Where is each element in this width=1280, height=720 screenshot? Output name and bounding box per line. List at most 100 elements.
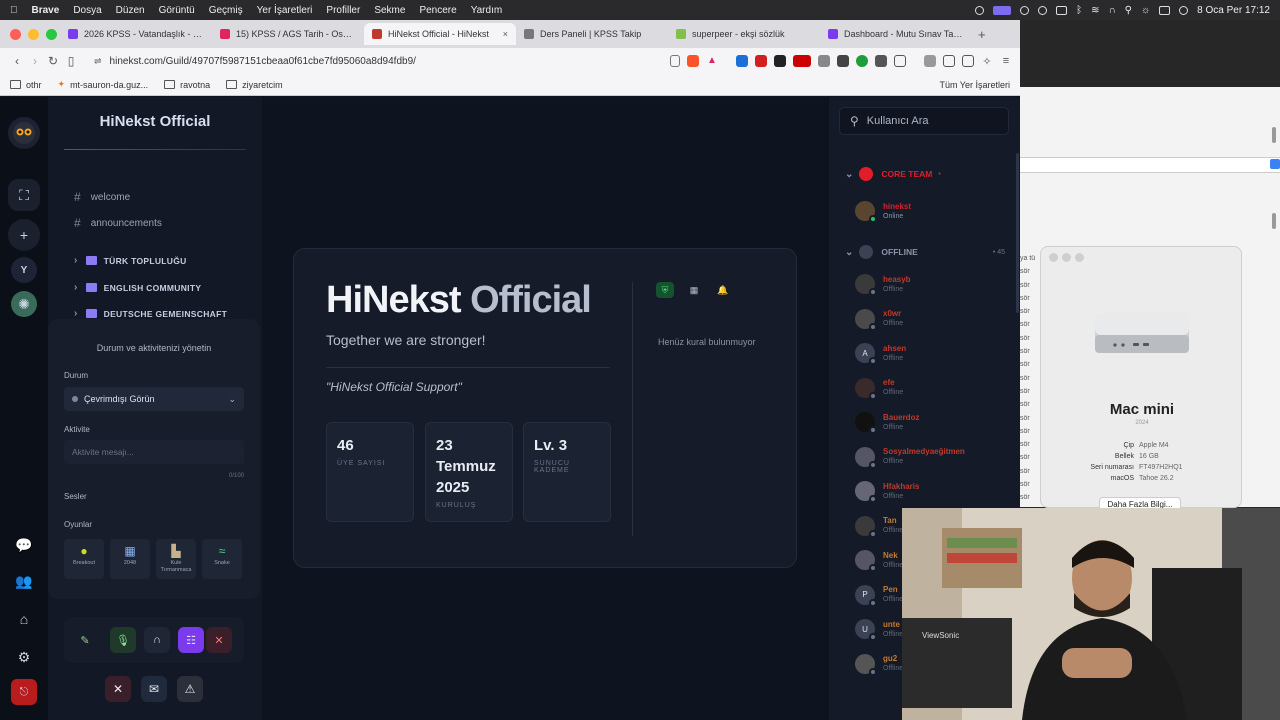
category-english[interactable]: › ENGLISH COMMUNITY — [74, 282, 201, 293]
category-deutsche[interactable]: › DEUTSCHE GEMEINSCHAFT — [74, 308, 227, 319]
apple-menu-icon[interactable]:  — [10, 5, 18, 16]
home-icon[interactable]: ⌂ — [8, 603, 40, 635]
edit-icon[interactable]: ✎ — [72, 627, 98, 653]
minimize-window-icon[interactable] — [28, 28, 39, 40]
warning-icon[interactable]: ⚠ — [177, 676, 203, 702]
extension-icon[interactable] — [894, 55, 906, 67]
chat-icon[interactable]: 💬 — [8, 529, 40, 561]
window-controls[interactable] — [1049, 253, 1084, 262]
close-tab-icon[interactable]: × — [503, 29, 508, 39]
media-icon[interactable] — [924, 55, 936, 67]
menu-extra-icon[interactable] — [1038, 5, 1048, 15]
member-row[interactable]: Sosyalmedyaeğitmen Offline — [855, 444, 1005, 470]
control-center-icon[interactable]: ☼ — [1141, 5, 1150, 16]
menu-sekme[interactable]: Sekme — [374, 5, 405, 16]
forward-icon[interactable]: › — [26, 54, 44, 68]
member-row[interactable]: heasyb Offline — [855, 271, 1005, 297]
clock-datetime[interactable]: 8 Oca Per 17:12 — [1197, 5, 1270, 16]
bookmark-item[interactable]: ravotna — [164, 80, 210, 90]
extension-icon[interactable] — [837, 55, 849, 67]
member-row[interactable]: Hfakharis Offline — [855, 478, 1005, 504]
channel-announcements[interactable]: # announcements — [74, 216, 162, 230]
brave-shield-icon[interactable] — [687, 55, 699, 67]
bookmark-icon[interactable]: ▯ — [62, 54, 80, 68]
site-info-icon[interactable]: ⇌ — [94, 56, 102, 67]
server-y-icon[interactable]: Y — [11, 257, 37, 283]
channel-welcome[interactable]: # welcome — [74, 190, 130, 204]
zoom-window-icon[interactable] — [46, 28, 57, 40]
siri-icon[interactable] — [1179, 5, 1189, 15]
exit-icon[interactable]: ⎋ — [11, 679, 37, 705]
settings-sliders-icon[interactable]: ☷ — [178, 627, 204, 653]
add-server-icon[interactable]: + — [8, 219, 40, 251]
search-icon[interactable]: ⚲ — [1125, 5, 1132, 16]
browser-tab[interactable]: Dashboard - Mutu Sınav Takip — [820, 23, 972, 45]
menu-duzen[interactable]: Düzen — [116, 5, 145, 16]
scrollbar-thumb[interactable] — [1272, 127, 1276, 143]
friends-icon[interactable]: 👥 — [8, 565, 40, 597]
browser-tab[interactable]: 15) KPSS / AGS Tarih - Osmanlı — [212, 23, 364, 45]
all-bookmarks[interactable]: Tüm Yer İşaretleri — [939, 80, 1010, 90]
bookmark-item[interactable]: ✦ mt-sauron-da.guz... — [58, 79, 149, 90]
activity-input[interactable] — [64, 440, 244, 464]
microphone-icon[interactable]: 🎙 — [110, 627, 136, 653]
server-avatar-icon[interactable]: ✺ — [11, 291, 37, 317]
battery-icon[interactable] — [1056, 5, 1068, 15]
extension-icon[interactable] — [755, 55, 767, 67]
game-breakout[interactable]: ● Breakout — [64, 539, 104, 579]
member-list-scrollbar[interactable] — [1016, 153, 1019, 313]
menu-yardim[interactable]: Yardım — [471, 5, 503, 16]
menu-dosya[interactable]: Dosya — [73, 5, 101, 16]
leo-ai-icon[interactable]: ✧ — [981, 55, 993, 68]
menu-extra-icon[interactable] — [1020, 5, 1030, 15]
category-turk[interactable]: › TÜRK TOPLULUĞU — [74, 255, 187, 266]
game-tower[interactable]: ▙ Kule Tırmanmaca — [156, 539, 196, 579]
browser-tab[interactable]: Ders Paneli | KPSS Takip — [516, 23, 668, 45]
scrollbar-thumb[interactable] — [1272, 213, 1276, 229]
wallet-icon[interactable] — [962, 55, 974, 67]
bluetooth-icon[interactable]: ᛒ — [1076, 5, 1082, 16]
headphones-icon[interactable]: ∩ — [144, 627, 170, 653]
browser-tab[interactable]: 2026 KPSS - Vatandaşlık - Emir — [60, 23, 212, 45]
calendar-icon[interactable]: ▦ — [685, 282, 703, 298]
browser-tab[interactable]: superpeer - ekşi sözlük — [668, 23, 820, 45]
menu-yer-isaretleri[interactable]: Yer İşaretleri — [257, 5, 313, 16]
rewards-icon[interactable]: ▲ — [706, 55, 718, 67]
extension-icon[interactable] — [736, 55, 748, 67]
mail-icon[interactable]: ✉ — [141, 676, 167, 702]
headphones-icon[interactable]: ∩ — [1108, 5, 1115, 16]
extension-icon[interactable] — [774, 55, 786, 67]
status-icon[interactable] — [975, 5, 985, 15]
menu-pencere[interactable]: Pencere — [419, 5, 456, 16]
wifi-icon[interactable]: ≋ — [1091, 5, 1099, 16]
close-icon[interactable]: ✕ — [105, 676, 131, 702]
bell-icon[interactable]: 🔔 — [714, 282, 732, 298]
shield-icon[interactable]: ⛨ — [656, 282, 674, 298]
camera-icon[interactable] — [818, 55, 830, 67]
bookmark-item[interactable]: ziyaretcim — [226, 80, 283, 90]
member-row[interactable]: Aahsen Offline — [855, 340, 1005, 366]
user-search[interactable]: ⚲ Kullanıcı Ara — [839, 107, 1009, 135]
new-tab-button[interactable]: + — [978, 27, 986, 42]
window-controls[interactable] — [0, 28, 60, 40]
display-icon[interactable] — [1159, 5, 1171, 15]
group-core-team[interactable]: ⌄ CORE TEAM • — [845, 167, 1005, 181]
back-icon[interactable]: ‹ — [8, 54, 26, 68]
group-offline[interactable]: ⌄ OFFLINE • 45 — [845, 245, 1005, 259]
share-icon[interactable] — [670, 55, 680, 67]
game-2048[interactable]: ▦ 2048 — [110, 539, 150, 579]
menu-icon[interactable]: ≡ — [1000, 55, 1012, 67]
fullscreen-icon[interactable]: ⛶ — [8, 179, 40, 211]
status-select[interactable]: Çevrimdışı Görün ⌄ — [64, 387, 244, 411]
url-field[interactable]: ⇌ hinekst.com/Guild/49707f5987151cbeaa0f… — [94, 56, 663, 67]
game-snake[interactable]: ≈ Snake — [202, 539, 242, 579]
screen-share-icon[interactable] — [993, 5, 1012, 15]
menu-profiller[interactable]: Profiller — [326, 5, 360, 16]
extension-icon[interactable] — [856, 55, 868, 67]
extension-icon[interactable] — [793, 55, 811, 67]
menu-gecmis[interactable]: Geçmiş — [209, 5, 243, 16]
member-row[interactable]: efe Offline — [855, 375, 1005, 401]
sidebar-icon[interactable] — [943, 55, 955, 67]
app-menu[interactable]: Brave — [32, 5, 60, 16]
reload-icon[interactable]: ↻ — [44, 54, 62, 68]
